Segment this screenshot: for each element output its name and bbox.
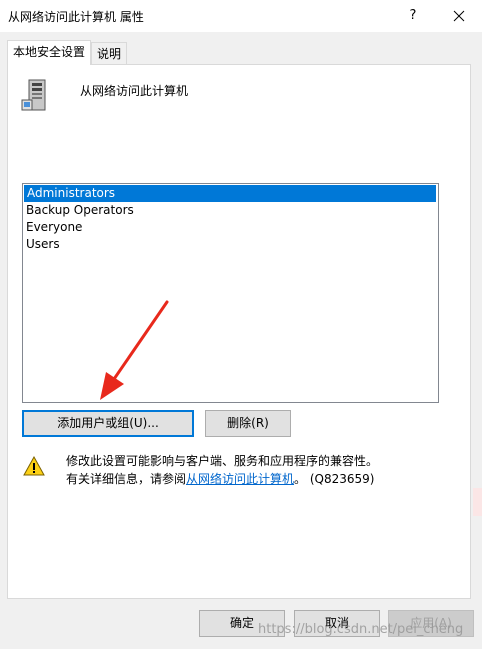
tab-local-security-setting[interactable]: 本地安全设置 — [7, 40, 92, 65]
page-edge-mark — [473, 488, 482, 516]
principals-listbox[interactable]: Administrators Backup Operators Everyone… — [22, 183, 439, 403]
watermark: https://blog.csdn.net/pei_cheng — [258, 622, 464, 637]
add-user-or-group-button[interactable]: 添加用户或组(U)... — [22, 410, 194, 437]
list-item-everyone[interactable]: Everyone — [23, 219, 438, 236]
list-item-backup-operators[interactable]: Backup Operators — [23, 202, 438, 219]
warning-icon — [23, 456, 45, 476]
close-button[interactable] — [444, 4, 474, 28]
close-icon — [453, 10, 465, 22]
title-bar: 从网络访问此计算机 属性 ? — [0, 0, 482, 32]
remove-button[interactable]: 删除(R) — [205, 410, 291, 437]
list-item-users[interactable]: Users — [23, 236, 438, 253]
help-button[interactable]: ? — [398, 4, 428, 28]
policy-help-link[interactable]: 从网络访问此计算机 — [186, 472, 294, 486]
warning-prefix: 有关详细信息，请参阅 — [66, 472, 187, 486]
warning-text: 修改此设置可能影响与客户端、服务和应用程序的兼容性。 — [66, 454, 379, 468]
server-icon — [21, 79, 46, 111]
policy-name: 从网络访问此计算机 — [80, 84, 189, 98]
tab-label: 说明 — [97, 47, 122, 61]
window-title: 从网络访问此计算机 属性 — [8, 10, 144, 24]
tab-explain[interactable]: 说明 — [91, 42, 128, 64]
warning-suffix: 。 (Q823659) — [294, 472, 375, 486]
list-item-administrators[interactable]: Administrators — [24, 185, 436, 202]
warning-more-info: 有关详细信息，请参阅从网络访问此计算机。 (Q823659) — [66, 470, 374, 487]
tab-label: 本地安全设置 — [13, 45, 86, 59]
